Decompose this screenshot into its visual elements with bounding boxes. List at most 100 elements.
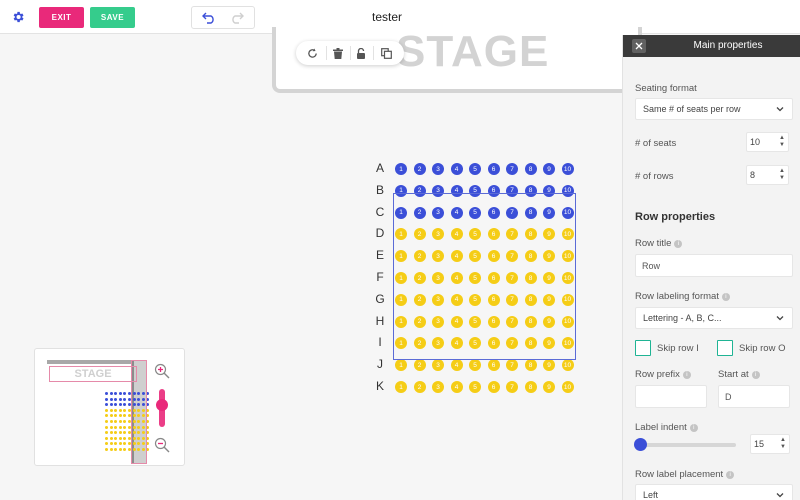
- seat-a2[interactable]: 2: [413, 163, 426, 175]
- seat-k6[interactable]: 6: [487, 381, 500, 393]
- minimap-seat: [123, 392, 127, 395]
- seat-k4[interactable]: 4: [450, 381, 463, 393]
- minimap-seat: [105, 403, 108, 407]
- seat-a4[interactable]: 4: [450, 163, 463, 175]
- seat-a6[interactable]: 6: [487, 163, 500, 175]
- minimap-seat: [114, 403, 118, 407]
- minimap-seat: [109, 420, 113, 423]
- minimap-seat: [109, 408, 113, 412]
- minimap-seat: [123, 420, 127, 423]
- minimap-seat: [114, 448, 118, 451]
- zoom-out-icon[interactable]: [153, 436, 171, 454]
- label-indent-input[interactable]: 15 ▲ ▼: [750, 434, 790, 454]
- seat-j5[interactable]: 5: [469, 359, 481, 372]
- duplicate-icon[interactable]: [378, 45, 394, 61]
- row-label-a: A: [375, 161, 384, 175]
- minimap-seat: [105, 414, 108, 418]
- start-at-input[interactable]: D: [718, 385, 790, 408]
- row-label-c: C: [375, 204, 385, 219]
- row-title-input[interactable]: Row: [635, 254, 793, 277]
- save-button[interactable]: SAVE: [90, 7, 135, 28]
- seats-label: # of seats: [635, 138, 677, 149]
- seat-k10[interactable]: 10: [561, 381, 574, 393]
- minimap[interactable]: STAGE: [34, 348, 185, 466]
- minimap-seat: [118, 397, 122, 401]
- toolbar-divider: [326, 46, 327, 60]
- zoom-in-icon[interactable]: [153, 362, 171, 380]
- skip-row-i-checkbox[interactable]: [635, 340, 651, 356]
- minimap-seat: [123, 414, 127, 418]
- seat-j6[interactable]: 6: [487, 359, 500, 372]
- seat-j3[interactable]: 3: [432, 359, 444, 372]
- seat-a3[interactable]: 3: [432, 163, 444, 175]
- minimap-seat: [109, 442, 113, 446]
- seat-j9[interactable]: 9: [543, 359, 555, 372]
- chevron-down-icon: [776, 493, 784, 498]
- seat-j10[interactable]: 10: [561, 359, 574, 372]
- seats-spinner-icon[interactable]: ▲ ▼: [779, 135, 785, 149]
- seating-format-value: Same # of seats per row: [643, 104, 741, 114]
- label-indent-slider-thumb[interactable]: [634, 438, 647, 451]
- undo-redo-group: [191, 6, 255, 29]
- seat-k1[interactable]: 1: [395, 381, 407, 393]
- seat-k8[interactable]: 8: [524, 381, 537, 393]
- info-icon[interactable]: i: [682, 371, 691, 379]
- seat-a9[interactable]: 9: [543, 163, 555, 175]
- seat-j4[interactable]: 4: [450, 359, 463, 372]
- close-icon[interactable]: [632, 39, 646, 53]
- label-placement-value: Left: [643, 490, 659, 500]
- minimap-seat: [114, 436, 118, 440]
- row-label-i: I: [378, 335, 382, 350]
- settings-gear-icon[interactable]: [8, 7, 28, 27]
- undo-icon[interactable]: [198, 9, 220, 27]
- seat-k9[interactable]: 9: [543, 381, 555, 393]
- info-icon[interactable]: i: [726, 471, 735, 479]
- panel-header: Main properties: [623, 35, 800, 57]
- seat-a5[interactable]: 5: [469, 163, 481, 175]
- label-indent-slider[interactable]: [635, 443, 736, 447]
- seat-k7[interactable]: 7: [506, 381, 518, 393]
- info-icon[interactable]: i: [751, 371, 760, 379]
- minimap-seat: [114, 431, 118, 435]
- exit-button[interactable]: EXIT: [39, 7, 84, 28]
- row-prefix-input[interactable]: [635, 385, 707, 408]
- minimap-seat: [109, 392, 113, 395]
- rows-spinner-icon[interactable]: ▲ ▼: [779, 168, 785, 182]
- seat-a8[interactable]: 8: [524, 163, 537, 175]
- seat-a7[interactable]: 7: [506, 163, 518, 175]
- info-icon[interactable]: i: [689, 424, 698, 432]
- label-placement-select[interactable]: Left: [635, 484, 793, 500]
- minimap-viewport[interactable]: [131, 360, 147, 464]
- info-icon[interactable]: i: [674, 240, 683, 248]
- zoom-slider-thumb[interactable]: [156, 399, 168, 411]
- seat-a1[interactable]: 1: [395, 163, 407, 175]
- redo-icon[interactable]: [226, 9, 248, 27]
- skip-row-i-label: Skip row I: [657, 343, 699, 354]
- minimap-seat: [105, 442, 108, 446]
- rows-input[interactable]: 8 ▲ ▼: [746, 165, 789, 185]
- seat-a10[interactable]: 10: [561, 163, 574, 175]
- seat-k3[interactable]: 3: [432, 381, 444, 393]
- minimap-seat: [105, 397, 108, 401]
- row-label-h: H: [375, 313, 385, 328]
- trash-icon[interactable]: [330, 45, 346, 61]
- seat-j7[interactable]: 7: [506, 359, 518, 372]
- seats-input[interactable]: 10 ▲ ▼: [746, 132, 789, 152]
- seating-canvas[interactable]: STAGE A 1 2 3 4 5 6 7 8 9 10 B 1 2 3 4 5 6 7 8 9 10 C 1 2 3 4 5 6 7 8 9…: [0, 27, 642, 500]
- unlock-icon[interactable]: [353, 45, 369, 61]
- minimap-seat: [114, 442, 118, 446]
- seat-k5[interactable]: 5: [469, 381, 481, 393]
- seat-j2[interactable]: 2: [413, 359, 426, 372]
- row-labeling-select[interactable]: Lettering - A, B, C...: [635, 307, 793, 329]
- rotate-icon[interactable]: [304, 45, 320, 61]
- skip-row-o-checkbox[interactable]: [717, 340, 733, 356]
- minimap-seat: [118, 392, 122, 395]
- seat-k2[interactable]: 2: [413, 381, 426, 393]
- selection-box[interactable]: [393, 193, 576, 360]
- seating-format-select[interactable]: Same # of seats per row: [635, 98, 793, 120]
- seat-j8[interactable]: 8: [524, 359, 537, 372]
- seat-j1[interactable]: 1: [395, 359, 407, 372]
- info-icon[interactable]: i: [721, 293, 730, 301]
- minimap-seat: [118, 436, 122, 440]
- label-indent-spinner-icon[interactable]: ▲ ▼: [780, 437, 786, 451]
